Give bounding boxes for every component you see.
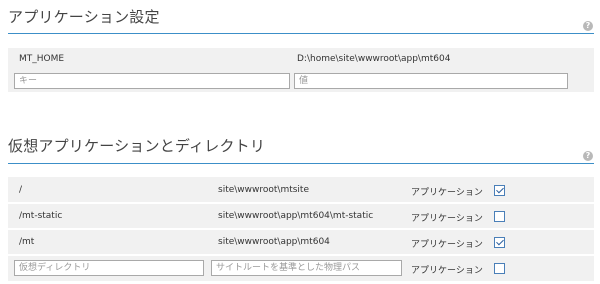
application-label: アプリケーション <box>411 188 483 198</box>
new-setting-key-input[interactable]: キー <box>14 73 290 89</box>
setting-value: D:\home\site\wwwroot\app\mt604 <box>297 54 451 64</box>
new-virtual-directory-input[interactable]: 仮想ディレクトリ <box>14 260 204 276</box>
virtual-path: /mt <box>19 237 35 247</box>
physical-path: site\wwwroot\mtsite <box>218 185 309 195</box>
row-separator <box>8 202 594 204</box>
application-label: アプリケーション <box>411 240 483 250</box>
physical-path: site\wwwroot\app\mt604 <box>218 237 330 247</box>
new-physical-path-input[interactable]: サイトルートを基準とした物理パス <box>211 260 402 276</box>
new-setting-value-input[interactable]: 値 <box>294 73 568 89</box>
physical-path: site\wwwroot\app\mt604\mt-static <box>218 211 374 221</box>
setting-key: MT_HOME <box>19 54 65 64</box>
virtual-apps-help-icon[interactable]: ? <box>583 151 593 161</box>
application-checkbox[interactable] <box>494 211 505 222</box>
application-label: アプリケーション <box>411 266 483 276</box>
app-settings-help-icon[interactable]: ? <box>583 21 593 31</box>
application-checkbox[interactable] <box>494 237 505 248</box>
virtual-apps-title: 仮想アプリケーションとディレクトリ <box>8 137 266 155</box>
virtual-path: /mt-static <box>19 211 63 221</box>
app-settings-title: アプリケーション設定 <box>8 8 160 26</box>
application-label: アプリケーション <box>411 214 483 224</box>
virtual-apps-divider <box>8 163 594 164</box>
virtual-path: / <box>19 185 23 195</box>
row-separator <box>8 228 594 230</box>
new-application-checkbox[interactable] <box>494 263 505 274</box>
row-separator <box>8 254 594 256</box>
application-checkbox[interactable] <box>494 185 505 196</box>
app-settings-divider <box>8 33 594 34</box>
